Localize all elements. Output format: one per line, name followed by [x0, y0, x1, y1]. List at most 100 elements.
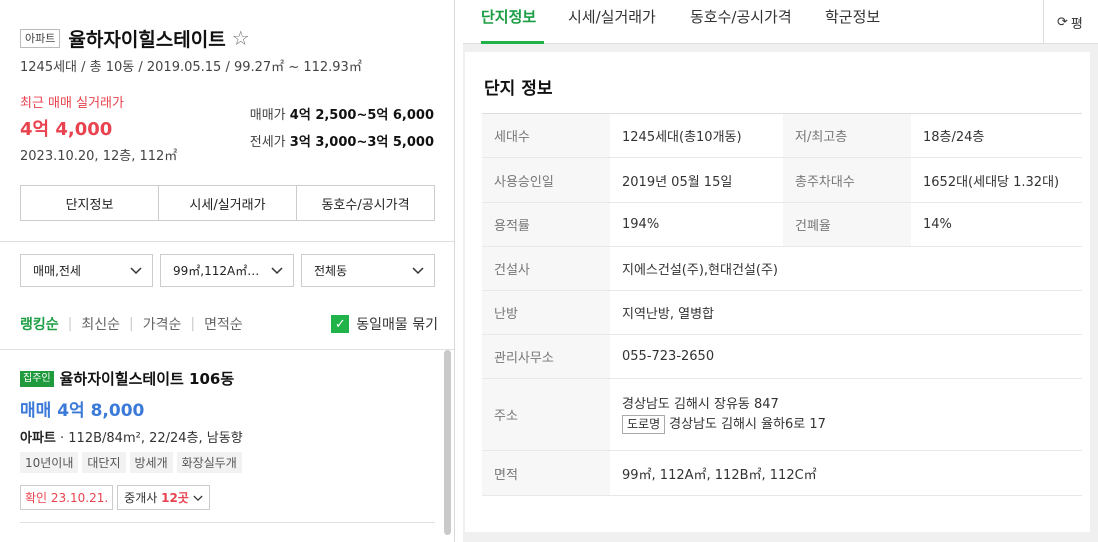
- separator: |: [129, 316, 134, 332]
- floor-area-ratio-value: 194%: [610, 202, 783, 247]
- building-label: 전체동: [314, 264, 348, 278]
- tab-unit-price[interactable]: 동호수/공시가격: [690, 6, 792, 27]
- chevron-down-icon: [193, 491, 203, 505]
- sort-price[interactable]: 가격순: [143, 314, 182, 334]
- jeonse-range-label: 전세가: [249, 135, 286, 150]
- tag: 화장실두개: [176, 452, 242, 473]
- road-address-value: 경상남도 김해시 율하6로 17: [669, 416, 826, 432]
- complex-name: 율하자이힐스테이트: [68, 28, 226, 51]
- heating-value: 지역난방, 열병합: [610, 290, 1082, 335]
- area-select[interactable]: 99㎡,112A㎡…: [160, 254, 294, 287]
- building-coverage-label: 건폐율: [783, 202, 911, 247]
- builder-value: 지에스건설(주),현대건설(주): [610, 246, 1082, 291]
- area-value: 99㎡, 112A㎡, 112B㎡, 112C㎡: [610, 450, 1082, 496]
- address-cell: 경상남도 김해시 장유동 847 도로명 경상남도 김해시 율하6로 17: [610, 378, 1082, 451]
- left-panel: 아파트 율하자이힐스테이트 ☆ 1245세대 / 총 10동 / 2019.05…: [0, 0, 455, 542]
- owner-badge: 집주인: [20, 370, 54, 387]
- road-address: 도로명 경상남도 김해시 율하6로 17: [622, 414, 1070, 435]
- star-icon[interactable]: ☆: [232, 26, 250, 50]
- sort-latest[interactable]: 최신순: [81, 314, 120, 334]
- chevron-down-icon: [271, 264, 283, 278]
- building-select[interactable]: 전체동: [301, 254, 435, 287]
- office-phone: 055-723-2650: [610, 334, 1082, 379]
- office-label: 관리사무소: [482, 334, 610, 379]
- parking-label: 총주차대수: [783, 157, 911, 203]
- tab-price-trade[interactable]: 시세/실거래가: [568, 6, 656, 27]
- households-value: 1245세대(총10개동): [610, 113, 783, 158]
- agents-label: 중개사: [124, 491, 158, 505]
- table-row: 관리사무소 055-723-2650: [482, 334, 1082, 379]
- floor-area-ratio-label: 용적률: [482, 202, 610, 247]
- separator: |: [67, 316, 73, 332]
- approval-date-value: 2019년 05월 15일: [610, 157, 783, 203]
- sale-price-range: 매매가 4억 2,500~5억 6,000: [250, 104, 434, 123]
- listing-tags: 10년이내 대단지 방세개 화장실두개: [20, 452, 430, 473]
- bundle-label: 동일매물 묶기: [356, 317, 438, 333]
- table-row: 사용승인일 2019년 05월 15일 총주차대수 1652대(세대당 1.32…: [482, 157, 1082, 203]
- info-title: 단지 정보: [484, 79, 553, 99]
- chevron-down-icon: [130, 264, 142, 278]
- refresh-icon: ⟳: [1057, 14, 1068, 30]
- trade-type-label: 매매,전세: [33, 264, 81, 278]
- confirm-date: 확인 23.10.21.: [20, 485, 114, 510]
- tab-bar: 단지정보 시세/실거래가 동호수/공시가격 학군정보 ⟳ 평: [463, 0, 1098, 44]
- table-row: 용적률 194% 건폐율 14%: [482, 202, 1082, 247]
- listing-type: 아파트: [20, 431, 56, 446]
- tag: 방세개: [129, 452, 173, 473]
- households-label: 세대수: [482, 113, 610, 158]
- info-table: 세대수 1245세대(총10개동) 저/최고층 18층/24층 사용승인일 20…: [482, 113, 1082, 496]
- filter-row: 매매,전세 99㎡,112A㎡… 전체동: [20, 254, 435, 287]
- sort-ranking[interactable]: 랭킹순: [20, 314, 59, 334]
- jeonse-price-range: 전세가 3억 3,000~3억 5,000: [250, 131, 434, 150]
- complex-info-card: 단지 정보 세대수 1245세대(총10개동) 저/최고층 18층/24층 사용…: [465, 52, 1090, 532]
- scrollbar[interactable]: [444, 350, 451, 535]
- area-label: 99㎡,112A㎡…: [173, 264, 260, 278]
- listing-item[interactable]: 집주인 율하자이힐스테이트 106동 매매 4억 8,000 아파트 · 112…: [20, 368, 430, 510]
- floors-label: 저/최고층: [783, 113, 911, 158]
- tag: 대단지: [82, 452, 126, 473]
- sale-range-label: 매매가: [249, 108, 286, 123]
- recent-trade-date: 2023.10.20, 12층, 112㎡: [20, 149, 178, 164]
- complex-header: 아파트 율하자이힐스테이트 ☆ 1245세대 / 총 10동 / 2019.05…: [20, 24, 440, 75]
- building-coverage-value: 14%: [911, 202, 1082, 247]
- trade-type-select[interactable]: 매매,전세: [20, 254, 153, 287]
- road-badge: 도로명: [622, 414, 666, 434]
- area-unit-label: 평: [1070, 16, 1083, 32]
- jeonse-range-value: 3억 3,000~3억 5,000: [289, 135, 434, 150]
- complex-info-button[interactable]: 단지정보: [21, 186, 159, 220]
- address-label: 주소: [482, 378, 610, 451]
- table-row: 면적 99㎡, 112A㎡, 112B㎡, 112C㎡: [482, 450, 1082, 496]
- tab-school-info[interactable]: 학군정보: [825, 6, 880, 27]
- sale-range-value: 4억 2,500~5억 6,000: [289, 108, 434, 123]
- floors-value: 18층/24층: [911, 113, 1082, 158]
- builder-label: 건설사: [482, 246, 610, 291]
- address-value: 경상남도 김해시 장유동 847: [622, 396, 779, 412]
- complex-button-row: 단지정보 시세/실거래가 동호수/공시가격: [20, 185, 435, 221]
- table-row: 주소 경상남도 김해시 장유동 847 도로명 경상남도 김해시 율하6로 17: [482, 378, 1082, 451]
- divider: [0, 349, 454, 350]
- sort-area[interactable]: 면적순: [204, 314, 243, 334]
- divider: [20, 522, 435, 523]
- area-unit-toggle[interactable]: ⟳ 평: [1043, 0, 1098, 44]
- active-tab-indicator: [481, 41, 544, 44]
- checkbox-checked-icon[interactable]: ✓: [331, 315, 350, 333]
- type-badge: 아파트: [20, 28, 61, 48]
- unit-price-button[interactable]: 동호수/공시가격: [297, 186, 434, 220]
- parking-value: 1652대(세대당 1.32대): [911, 157, 1082, 203]
- table-row: 난방 지역난방, 열병합: [482, 290, 1082, 335]
- sort-row: 랭킹순 | 최신순 | 가격순 | 면적순 ✓ 동일매물 묶기: [20, 314, 438, 334]
- divider: [0, 241, 454, 242]
- listing-description: 아파트 · 112B/84m², 22/24층, 남동향: [20, 427, 430, 446]
- area-label: 면적: [482, 450, 610, 496]
- bundle-same-listings-toggle[interactable]: ✓ 동일매물 묶기: [331, 314, 438, 334]
- listing-details: · 112B/84m², 22/24층, 남동향: [55, 431, 243, 446]
- chevron-down-icon: [412, 264, 424, 278]
- heating-label: 난방: [482, 290, 610, 335]
- price-trade-button[interactable]: 시세/실거래가: [159, 186, 297, 220]
- listing-title: 율하자이힐스테이트 106동: [59, 370, 235, 388]
- agents-count: 12곳: [161, 491, 189, 505]
- agents-dropdown[interactable]: 중개사 12곳: [117, 485, 210, 510]
- tab-complex-info[interactable]: 단지정보: [481, 6, 536, 27]
- table-row: 세대수 1245세대(총10개동) 저/최고층 18층/24층: [482, 113, 1082, 158]
- approval-date-label: 사용승인일: [482, 157, 610, 203]
